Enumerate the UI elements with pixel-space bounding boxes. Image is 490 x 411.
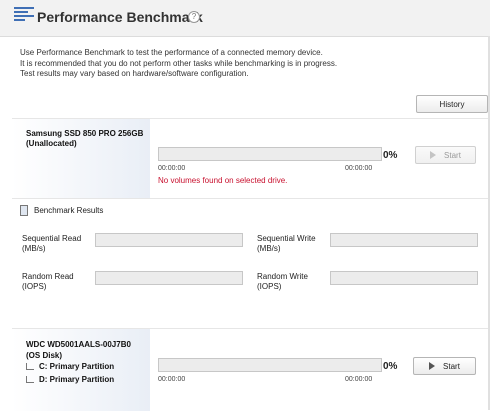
page-title: Performance Benchmark (37, 9, 203, 25)
metric-label-seq-read: Sequential Read (MB/s) (22, 234, 81, 254)
warning-message: No volumes found on selected drive. (158, 176, 288, 185)
clipboard-icon (20, 205, 28, 216)
metric-label-seq-write: Sequential Write (MB/s) (257, 234, 316, 254)
partition-label: C: Primary Partition (39, 362, 115, 371)
metric-name: Sequential Read (22, 234, 82, 243)
progress-bar (158, 147, 382, 161)
metric-name: Random Read (22, 272, 74, 281)
metric-label-rand-write: Random Write (IOPS) (257, 272, 308, 292)
benchmark-list-icon (14, 7, 34, 23)
partition-label: D: Primary Partition (39, 375, 115, 384)
metric-value-rand-read (95, 271, 243, 285)
intro-line: Use Performance Benchmark to test the pe… (20, 48, 323, 57)
remaining-time: 00:00:00 (345, 376, 373, 383)
remaining-time: 00:00:00 (345, 165, 373, 172)
drive-status: (OS Disk) (26, 351, 63, 360)
start-label: Start (443, 361, 460, 371)
intro-line: Test results may vary based on hardware/… (20, 69, 249, 78)
intro-line: It is recommended that you do not perfor… (20, 58, 338, 68)
start-button[interactable]: Start (413, 357, 476, 375)
partition-item[interactable]: D: Primary Partition (26, 375, 114, 384)
drive-name: WDC WD5001AALS-00J7B0 (26, 340, 131, 349)
progress-percent: 0% (383, 150, 398, 161)
intro-text: Use Performance Benchmark to test the pe… (20, 48, 337, 80)
partition-item[interactable]: C: Primary Partition (26, 362, 114, 371)
help-icon[interactable]: ? (188, 11, 200, 23)
results-title: Benchmark Results (34, 206, 104, 215)
drive-name: Samsung SSD 850 PRO 256GB (26, 129, 144, 138)
elapsed-time: 00:00:00 (158, 376, 186, 383)
metric-unit: (IOPS) (257, 282, 282, 291)
results-header: Benchmark Results (12, 198, 488, 221)
start-label: Start (444, 150, 461, 160)
drive-status: (Unallocated) (26, 139, 77, 148)
elapsed-time: 00:00:00 (158, 165, 186, 172)
metric-label-rand-read: Random Read (IOPS) (22, 272, 74, 292)
drive-panel-samsung: Samsung SSD 850 PRO 256GB (Unallocated) … (12, 118, 488, 199)
metric-unit: (MB/s) (257, 244, 281, 253)
metric-value-seq-write (330, 233, 478, 247)
history-button[interactable]: History (416, 95, 488, 113)
metric-value-seq-read (95, 233, 243, 247)
play-icon (429, 362, 436, 370)
start-button[interactable]: Start (415, 146, 476, 164)
metric-value-rand-write (330, 271, 478, 285)
drive-panel-wdc: WDC WD5001AALS-00J7B0 (OS Disk) C: Prima… (12, 328, 488, 411)
metric-name: Sequential Write (257, 234, 316, 243)
metric-unit: (IOPS) (22, 282, 47, 291)
drive-selector[interactable]: WDC WD5001AALS-00J7B0 (OS Disk) C: Prima… (12, 329, 150, 411)
progress-percent: 0% (383, 361, 398, 372)
tree-branch-icon (26, 376, 34, 383)
drive-selector[interactable]: Samsung SSD 850 PRO 256GB (Unallocated) (12, 119, 150, 199)
progress-bar (158, 358, 382, 372)
tree-branch-icon (26, 363, 34, 370)
page-header: Performance Benchmark ? (0, 0, 490, 37)
metric-name: Random Write (257, 272, 308, 281)
metric-unit: (MB/s) (22, 244, 46, 253)
play-icon (430, 151, 437, 159)
